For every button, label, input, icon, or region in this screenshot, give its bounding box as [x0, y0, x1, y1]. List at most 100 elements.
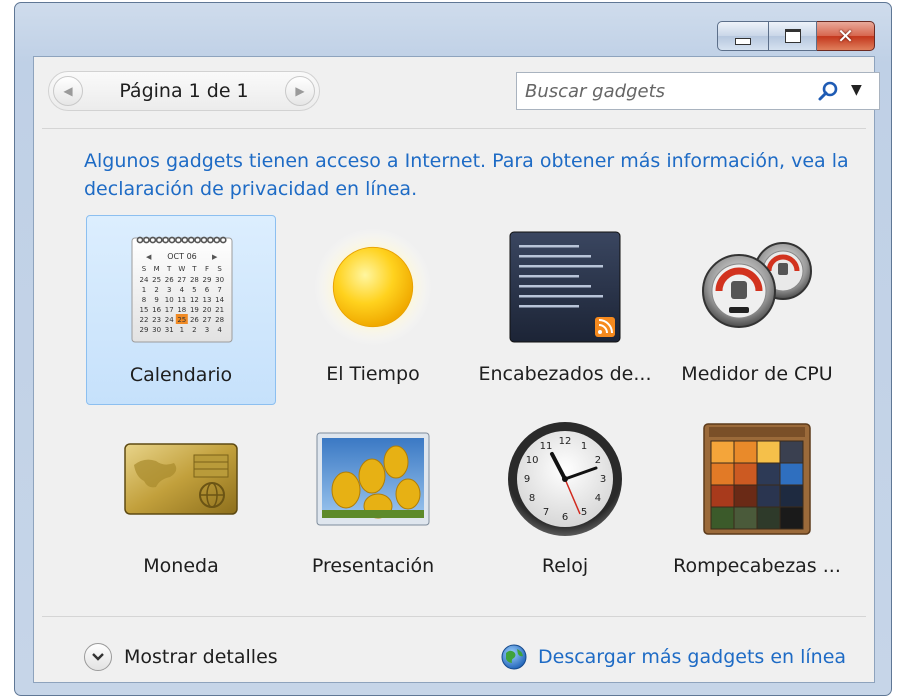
page-indicator: Página 1 de 1	[119, 80, 249, 102]
puzzle-tile	[733, 506, 758, 530]
headlines-graphic	[509, 231, 621, 343]
clock-icon: 1 2 3 4 5 6 7 8 9 10 11 12	[505, 419, 625, 539]
headline-line	[519, 265, 603, 268]
puzzle-tile	[710, 440, 735, 464]
calendar-day: 5	[192, 286, 196, 294]
calendar-day: 1	[142, 286, 146, 294]
calendar-day: 21	[215, 306, 224, 314]
clock-numeral: 7	[543, 507, 549, 518]
calendar-weekday: F	[205, 265, 209, 273]
clock-numeral: 1	[581, 441, 587, 452]
calendar-day: 29	[203, 276, 212, 284]
calendar-icon: OCT 06 ◀ ▶ S M T W T F S 24 25 26 27 28 29 30 1 2 3 4 5 6 7 8…	[122, 228, 242, 348]
gadget-label: Reloj	[541, 555, 589, 577]
window-controls: ✕	[717, 21, 875, 51]
privacy-link[interactable]: Algunos gadgets tienen acceso a Internet…	[84, 147, 874, 203]
puzzle-tile	[733, 440, 758, 464]
calendar-month-label: OCT 06	[167, 252, 197, 261]
gadget-tile-cpu-meter[interactable]: Medidor de CPU	[662, 215, 852, 405]
clock-numeral: 8	[529, 493, 535, 504]
calendar-day: 24	[165, 316, 174, 324]
gadget-tile-puzzle[interactable]: Rompecabezas ...	[662, 407, 852, 597]
gadget-tile-headlines[interactable]: Encabezados de...	[470, 215, 660, 405]
gadget-label: El Tiempo	[326, 363, 420, 385]
search-input[interactable]	[525, 73, 805, 109]
gadget-label: Rompecabezas ...	[673, 555, 841, 577]
clock-numeral: 6	[562, 512, 568, 523]
sun-graphic	[313, 227, 433, 347]
gadget-label: Moneda	[143, 555, 219, 577]
puzzle-tile	[779, 440, 804, 464]
get-more-gadgets-link[interactable]: Descargar más gadgets en línea	[500, 640, 846, 674]
headline-line	[519, 305, 579, 308]
gadget-tile-calendar[interactable]: OCT 06 ◀ ▶ S M T W T F S 24 25 26 27 28 29 30 1 2 3 4 5 6 7 8…	[86, 215, 276, 405]
gadget-tile-currency[interactable]: Moneda	[86, 407, 276, 597]
calendar-weekday: W	[178, 265, 185, 273]
gadget-tile-weather[interactable]: El Tiempo	[278, 215, 468, 405]
previous-page-button[interactable]: ◀	[53, 76, 83, 106]
calendar-day: 18	[177, 306, 186, 314]
chevron-left-icon: ◀	[63, 84, 73, 98]
clock-numeral: 2	[595, 455, 601, 466]
puzzle-tile	[710, 484, 735, 508]
calendar-day: 4	[180, 286, 185, 294]
clock-numeral: 3	[600, 474, 606, 485]
calendar-day: 11	[177, 296, 186, 304]
calendar-graphic: OCT 06 ◀ ▶ S M T W T F S24 25 26 27 28 29 301 2 3 4 5 6 78…	[131, 236, 233, 343]
show-details-toggle[interactable]: Mostrar detalles	[84, 640, 278, 674]
calendar-day: 30	[215, 276, 224, 284]
headline-line	[519, 285, 591, 288]
clock-numeral: 10	[526, 455, 539, 466]
calendar-day: 16	[152, 306, 161, 314]
calendar-day: 9	[154, 296, 158, 304]
maximize-button[interactable]	[769, 21, 817, 51]
calendar-day: 2	[192, 326, 196, 334]
calendar-day: 4	[217, 326, 222, 334]
clock-numeral: 12	[559, 436, 572, 447]
calendar-day: 8	[142, 296, 146, 304]
chevron-right-icon: ▶	[295, 84, 305, 98]
calendar-prev-icon: ◀	[146, 253, 152, 261]
minimize-icon	[735, 37, 751, 45]
headline-line	[519, 245, 579, 248]
search-icon[interactable]	[817, 80, 839, 102]
minimize-button[interactable]	[717, 21, 769, 51]
calendar-day: 20	[203, 306, 212, 314]
calendar-day: 19	[190, 306, 199, 314]
gadget-tile-clock[interactable]: 1 2 3 4 5 6 7 8 9 10 11 12 Reloj	[470, 407, 660, 597]
close-button[interactable]: ✕	[817, 21, 875, 51]
gadget-label: Medidor de CPU	[681, 363, 833, 385]
clock-numeral: 11	[540, 441, 553, 452]
divider	[42, 128, 866, 129]
puzzle-icon	[697, 419, 817, 539]
calendar-day: 27	[177, 276, 186, 284]
calendar-day: 25	[177, 316, 186, 324]
currency-card-icon	[121, 419, 241, 539]
gadget-gallery: ◀ Página 1 de 1 ▶ ▼ Algunos gadgets tien…	[33, 56, 880, 683]
calendar-day: 6	[205, 286, 210, 294]
page-navigator: ◀ Página 1 de 1 ▶	[48, 71, 320, 111]
puzzle-tile	[710, 462, 735, 486]
search-options-dropdown[interactable]: ▼	[851, 82, 862, 98]
puzzle-tile	[756, 462, 781, 486]
gadget-label: Presentación	[311, 555, 435, 577]
calendar-day: 2	[154, 286, 158, 294]
calendar-day: 10	[165, 296, 174, 304]
calendar-weekday: M	[154, 265, 160, 273]
puzzle-tile	[710, 506, 735, 530]
gadget-label: Calendario	[129, 364, 233, 386]
cpu-gauge-graphic	[702, 242, 812, 328]
gadget-tile-slideshow[interactable]: Presentación	[278, 407, 468, 597]
next-page-button[interactable]: ▶	[285, 76, 315, 106]
cpu-gauge-icon	[697, 227, 817, 347]
calendar-day: 27	[203, 316, 212, 324]
puzzle-graphic	[703, 423, 811, 535]
puzzle-tile	[756, 484, 781, 508]
toolbar: ◀ Página 1 de 1 ▶ ▼	[34, 57, 880, 129]
calendar-day: 1	[180, 326, 184, 334]
slideshow-photo-icon	[313, 419, 433, 539]
calendar-day: 22	[140, 316, 149, 324]
clock-graphic: 1234567891011 12	[508, 422, 622, 536]
calendar-day: 13	[203, 296, 212, 304]
calendar-day: 3	[205, 326, 209, 334]
